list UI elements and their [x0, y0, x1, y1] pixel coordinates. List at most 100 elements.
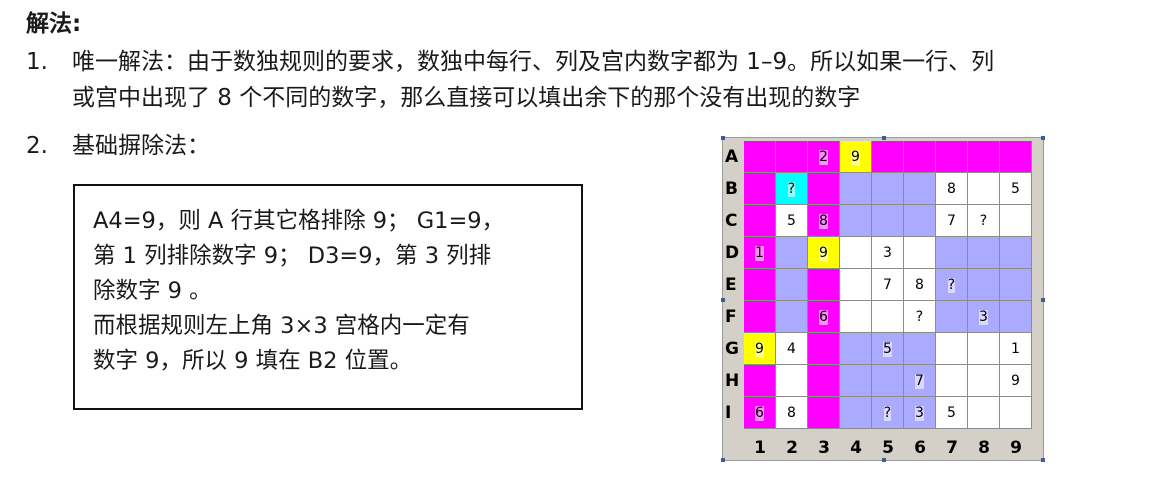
item-text-line1: 基础摒除法：	[72, 133, 210, 159]
cell-a3[interactable]: 2	[808, 141, 840, 173]
cell-g3[interactable]	[808, 333, 840, 365]
cell-i7[interactable]: 5	[936, 397, 968, 429]
cell-g7[interactable]	[936, 333, 968, 365]
resize-handle[interactable]	[882, 458, 886, 462]
cell-a2[interactable]	[776, 141, 808, 173]
cell-b1[interactable]	[744, 173, 776, 205]
cell-f8[interactable]: 3	[968, 301, 1000, 333]
cell-i5[interactable]: ?	[872, 397, 904, 429]
cell-d4[interactable]	[840, 237, 872, 269]
cell-digit: 7	[947, 213, 956, 229]
cell-f6[interactable]: ?	[904, 301, 936, 333]
cell-c4[interactable]	[840, 205, 872, 237]
cell-h5[interactable]	[872, 365, 904, 397]
col-label-6: 6	[914, 438, 926, 458]
resize-handle[interactable]	[882, 136, 886, 140]
resize-handle[interactable]	[1041, 298, 1045, 302]
cell-i3[interactable]	[808, 397, 840, 429]
cell-a6[interactable]	[904, 141, 936, 173]
resize-handle[interactable]	[1041, 458, 1045, 462]
cell-i2[interactable]: 8	[776, 397, 808, 429]
cell-c7[interactable]: 7	[936, 205, 968, 237]
cell-d5[interactable]: 3	[872, 237, 904, 269]
cell-c9[interactable]	[1000, 205, 1032, 237]
cell-c6[interactable]	[904, 205, 936, 237]
cell-e9[interactable]	[1000, 269, 1032, 301]
cell-b7[interactable]: 8	[936, 173, 968, 205]
cell-i1[interactable]: 6	[744, 397, 776, 429]
row-label-g: G	[725, 339, 739, 359]
cell-digit: 9	[755, 341, 764, 357]
cell-e8[interactable]	[968, 269, 1000, 301]
cell-e7[interactable]: ?	[936, 269, 968, 301]
cell-b3[interactable]	[808, 173, 840, 205]
cell-b6[interactable]	[904, 173, 936, 205]
cell-digit: 9	[1011, 373, 1020, 389]
cell-a1[interactable]	[744, 141, 776, 173]
cell-f2[interactable]	[776, 301, 808, 333]
resize-handle[interactable]	[721, 458, 725, 462]
cell-b8[interactable]	[968, 173, 1000, 205]
cell-e4[interactable]	[840, 269, 872, 301]
cell-e1[interactable]	[744, 269, 776, 301]
cell-digit: 5	[1011, 181, 1020, 197]
cell-a4[interactable]: 9	[840, 141, 872, 173]
cell-b5[interactable]	[872, 173, 904, 205]
cell-g9[interactable]: 1	[1000, 333, 1032, 365]
cell-d2[interactable]	[776, 237, 808, 269]
cell-d9[interactable]	[1000, 237, 1032, 269]
cell-c1[interactable]	[744, 205, 776, 237]
cell-e6[interactable]: 8	[904, 269, 936, 301]
cell-digit: 2	[819, 149, 828, 165]
cell-b4[interactable]	[840, 173, 872, 205]
resize-handle[interactable]	[721, 298, 725, 302]
cell-g6[interactable]	[904, 333, 936, 365]
cell-h2[interactable]	[776, 365, 808, 397]
cell-d3[interactable]: 9	[808, 237, 840, 269]
cell-a5[interactable]	[872, 141, 904, 173]
cell-f4[interactable]	[840, 301, 872, 333]
cell-digit: 8	[915, 277, 924, 293]
cell-a8[interactable]	[968, 141, 1000, 173]
cell-a9[interactable]	[1000, 141, 1032, 173]
cell-g1[interactable]: 9	[744, 333, 776, 365]
cell-a7[interactable]	[936, 141, 968, 173]
cell-h4[interactable]	[840, 365, 872, 397]
cell-f9[interactable]	[1000, 301, 1032, 333]
cell-e5[interactable]: 7	[872, 269, 904, 301]
cell-b9[interactable]: 5	[1000, 173, 1032, 205]
cell-c3[interactable]: 8	[808, 205, 840, 237]
cell-i4[interactable]	[840, 397, 872, 429]
cell-h8[interactable]	[968, 365, 1000, 397]
cell-d1[interactable]: 1	[744, 237, 776, 269]
resize-handle[interactable]	[721, 136, 725, 140]
cell-d7[interactable]	[936, 237, 968, 269]
cell-f7[interactable]	[936, 301, 968, 333]
cell-b2[interactable]: ?	[776, 173, 808, 205]
cell-g4[interactable]	[840, 333, 872, 365]
cell-c8[interactable]: ?	[968, 205, 1000, 237]
cell-g2[interactable]: 4	[776, 333, 808, 365]
col-label-4: 4	[850, 438, 862, 458]
cell-f5[interactable]	[872, 301, 904, 333]
cell-i9[interactable]	[1000, 397, 1032, 429]
cell-d8[interactable]	[968, 237, 1000, 269]
item-text-line2: 或宫中出现了 8 个不同的数字，那么直接可以填出余下的那个没有出现的数字	[72, 85, 861, 111]
cell-e3[interactable]	[808, 269, 840, 301]
cell-e2[interactable]	[776, 269, 808, 301]
cell-g5[interactable]: 5	[872, 333, 904, 365]
cell-f1[interactable]	[744, 301, 776, 333]
cell-h6[interactable]: 7	[904, 365, 936, 397]
cell-h1[interactable]	[744, 365, 776, 397]
cell-d6[interactable]	[904, 237, 936, 269]
cell-c2[interactable]: 5	[776, 205, 808, 237]
resize-handle[interactable]	[1041, 136, 1045, 140]
cell-h9[interactable]: 9	[1000, 365, 1032, 397]
cell-c5[interactable]	[872, 205, 904, 237]
cell-g8[interactable]	[968, 333, 1000, 365]
cell-h7[interactable]	[936, 365, 968, 397]
cell-h3[interactable]	[808, 365, 840, 397]
cell-f3[interactable]: 6	[808, 301, 840, 333]
cell-i8[interactable]	[968, 397, 1000, 429]
cell-i6[interactable]: 3	[904, 397, 936, 429]
